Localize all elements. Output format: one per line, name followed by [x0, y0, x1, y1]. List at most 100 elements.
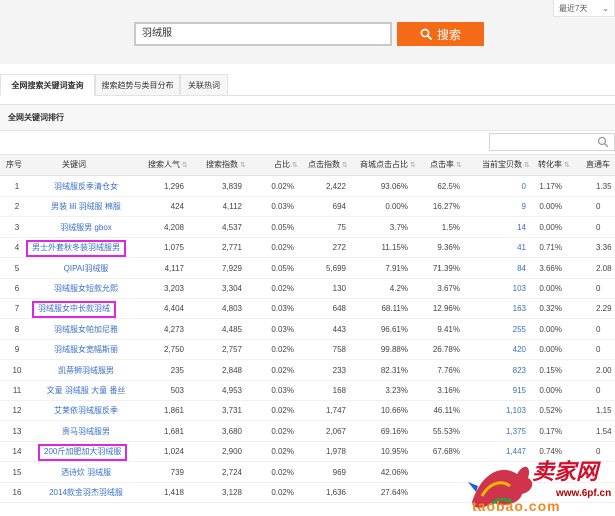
- search-button[interactable]: 搜索: [397, 22, 484, 46]
- col-header-index: 序号: [6, 160, 22, 169]
- cell-keyword[interactable]: 艾莱依羽绒服反季: [26, 401, 146, 421]
- cell-click-rate: 71.39%: [432, 263, 460, 273]
- cell-keyword[interactable]: 羽绒服男 gbox: [26, 218, 146, 238]
- sort-icon: ⇅: [456, 162, 462, 169]
- tab-related-words[interactable]: 关联热词: [180, 74, 228, 96]
- cell-mall-click-share: 93.06%: [380, 182, 408, 191]
- cell-click-index: 694: [332, 202, 346, 212]
- cell-item-count[interactable]: 9: [522, 197, 526, 217]
- table-row: 5 QIPAI羽绒服 4,117 7,929 0.05% 5,699 7.91% 71.39%…: [0, 259, 615, 279]
- keyword-search-input[interactable]: 羽绒服: [134, 22, 392, 46]
- tab-label: 搜索趋势与类目分布: [101, 80, 174, 90]
- cell-mall-click-share: 4.2%: [389, 284, 408, 293]
- cell-item-count[interactable]: 1,375: [506, 422, 526, 442]
- search-icon[interactable]: [597, 136, 609, 148]
- watermark-url: www.6pf.cn: [556, 488, 612, 499]
- col-header-share[interactable]: 占比 ⇅: [274, 155, 298, 175]
- col-header-item-count[interactable]: 当前宝贝数 ⇅: [482, 155, 530, 175]
- cell-keyword[interactable]: 羽绒服女宽幅斯丽: [26, 340, 146, 360]
- cell-search-popularity: 235: [170, 365, 184, 375]
- cell-share: 0.02%: [271, 182, 294, 191]
- cell-conversion: 0.15%: [539, 365, 562, 375]
- cell-keyword[interactable]: 贵马羽绒服男: [26, 422, 146, 442]
- cell-search-index: 2,848: [221, 365, 242, 375]
- cell-keyword[interactable]: 羽绒服反季清仓女: [26, 177, 146, 197]
- cell-click-rate: 12.96%: [432, 304, 460, 314]
- cell-share: 0.03%: [271, 324, 294, 334]
- col-header-ztc[interactable]: 直通车: [586, 155, 610, 175]
- cell-conversion: 0.52%: [539, 406, 562, 416]
- cell-item-count[interactable]: 84: [517, 259, 526, 279]
- cell-search-popularity: 2,750: [163, 345, 184, 355]
- cell-conversion: 0.00%: [539, 345, 562, 355]
- cell-click-index: 648: [332, 304, 346, 314]
- cell-item-count[interactable]: 420: [513, 340, 526, 360]
- cell-item-count[interactable]: 823: [513, 361, 526, 381]
- period-select[interactable]: 最近7天 ⌄: [553, 0, 615, 17]
- cell-share: 0.02%: [271, 426, 294, 436]
- col-header-mall-click-share[interactable]: 商城点击占比 ⇅: [360, 155, 416, 175]
- cell-conversion: 0.00%: [539, 324, 562, 334]
- cell-search-index: 7,929: [221, 263, 242, 273]
- col-header-search-popularity[interactable]: 搜索人气 ⇅: [148, 155, 188, 175]
- cell-item-count[interactable]: 103: [513, 279, 526, 299]
- cell-conversion: 0.00%: [539, 386, 562, 395]
- cell-item-count[interactable]: 255: [513, 320, 526, 340]
- cell-keyword[interactable]: 男装 lili 羽绒服 棉服: [26, 197, 146, 217]
- cell-click-index: 130: [332, 284, 346, 293]
- cell-search-popularity: 4,273: [163, 324, 184, 334]
- cell-keyword[interactable]: 200斤加肥加大羽绒服: [37, 444, 128, 462]
- tab-trend[interactable]: 搜索趋势与类目分布: [95, 74, 180, 96]
- cell-conversion: 0.71%: [539, 243, 562, 253]
- cell-click-rate: 1.5%: [441, 222, 460, 232]
- col-header-conversion[interactable]: 转化率 ⇅: [538, 155, 570, 175]
- cell-click-index: 272: [332, 243, 346, 253]
- col-header-click-rate[interactable]: 点击率 ⇅: [430, 155, 462, 175]
- cell-mall-click-share: 82.31%: [380, 365, 408, 375]
- cell-share: 0.02%: [271, 345, 294, 355]
- cell-keyword[interactable]: 洒诗炊 羽绒服: [26, 463, 146, 483]
- cell-conversion: 1.17%: [539, 182, 562, 191]
- cell-keyword[interactable]: 凯蒂狮羽绒服男: [26, 361, 146, 381]
- cell-search-popularity: 1,418: [163, 488, 184, 497]
- cell-keyword[interactable]: 文童 羽绒服 大童 番丝: [26, 381, 146, 401]
- tab-keyword-query[interactable]: 全网搜索关键词查询: [0, 74, 95, 96]
- cell-search-index: 4,112: [222, 202, 242, 212]
- cell-click-index: 758: [332, 345, 346, 355]
- cell-ztc: 2.00: [596, 365, 612, 375]
- cell-mall-click-share: 3.23%: [385, 386, 408, 395]
- cell-click-rate: 55.53%: [432, 426, 460, 436]
- cell-keyword[interactable]: 2014款金羽杰羽绒服: [26, 483, 146, 503]
- cell-search-index: 2,757: [221, 345, 242, 355]
- cell-search-popularity: 424: [170, 202, 184, 212]
- table-row: 9 羽绒服女宽幅斯丽 2,750 2,757 0.02% 758 99.88% 26.78% 4…: [0, 340, 615, 361]
- cell-item-count[interactable]: 0: [522, 177, 526, 197]
- cell-search-popularity: 1,681: [163, 426, 184, 436]
- cell-keyword[interactable]: 男士外套秋冬装羽绒服男: [26, 240, 126, 258]
- col-header-click-index[interactable]: 点击指数 ⇅: [308, 155, 348, 175]
- cell-item-count[interactable]: 14: [517, 218, 526, 238]
- cell-keyword[interactable]: 羽绒服女中长款羽绒: [32, 301, 116, 319]
- col-header-search-index[interactable]: 搜索指数 ⇅: [206, 155, 246, 175]
- cell-keyword[interactable]: 羽绒服女帕加尼雅: [26, 320, 146, 340]
- cell-conversion: 0.32%: [539, 304, 562, 314]
- cell-item-count[interactable]: 41: [517, 238, 526, 258]
- cell-item-count[interactable]: 915: [513, 381, 526, 401]
- cell-mall-click-share: 0.00%: [385, 202, 408, 212]
- cell-mall-click-share: 68.11%: [381, 304, 408, 314]
- cell-conversion: 0.00%: [539, 284, 562, 293]
- search-header: 最近7天 ⌄ 羽绒服 搜索: [0, 0, 615, 64]
- cell-ztc: 0: [596, 324, 601, 334]
- cell-share: 0.02%: [271, 488, 294, 497]
- cell-conversion: 0.00%: [539, 202, 562, 212]
- sort-icon: ⇅: [292, 162, 298, 169]
- cell-click-index: 969: [332, 467, 346, 477]
- cell-share: 0.02%: [271, 243, 294, 253]
- cell-item-count[interactable]: 1,103: [506, 401, 526, 421]
- cell-keyword[interactable]: QIPAI羽绒服: [26, 259, 146, 279]
- cell-keyword[interactable]: 羽绒服女短款允熙: [26, 279, 146, 299]
- sort-icon: ⇅: [564, 162, 570, 169]
- cell-conversion: 3.66%: [539, 263, 562, 273]
- cell-click-rate: 67.68%: [432, 447, 460, 457]
- cell-item-count[interactable]: 163: [513, 299, 526, 319]
